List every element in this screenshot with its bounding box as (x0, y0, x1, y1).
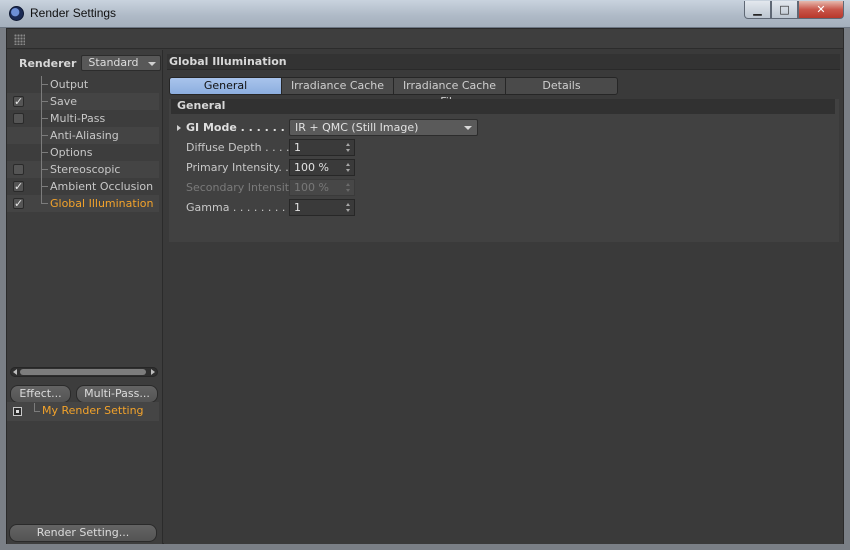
window-client-area: Renderer Standard Output ✓ Save Multi-Pass A… (6, 28, 844, 544)
tree-item-label: Multi-Pass (50, 112, 106, 125)
chevron-down-icon (464, 126, 472, 130)
toolbar-strip (7, 29, 843, 49)
render-setting-item[interactable]: My Render Setting (7, 402, 159, 421)
spinner-arrows-icon[interactable] (346, 143, 351, 152)
maximize-button[interactable]: □ (771, 1, 798, 19)
tree-item-label: Ambient Occlusion (50, 180, 154, 193)
gi-mode-value: IR + QMC (Still Image) (295, 121, 419, 134)
tree-item-label: Output (50, 78, 89, 91)
settings-detail-panel: Global Illumination General Irradiance Ca… (164, 50, 843, 544)
gi-mode-row: GI Mode . . . . . . . . . IR + QMC (Stil… (169, 119, 839, 137)
settings-tree-panel: Renderer Standard Output ✓ Save Multi-Pass A… (7, 50, 163, 544)
primary-intensity-row: Primary Intensity. . . 100 % (169, 159, 839, 177)
checkmark-icon[interactable]: ✓ (13, 96, 24, 107)
render-setting-name: My Render Setting (42, 404, 144, 417)
tree-connector-tick (41, 203, 48, 204)
expand-triangle-icon[interactable] (177, 125, 181, 131)
primary-intensity-value: 100 % (294, 161, 329, 174)
secondary-intensity-value: 100 % (294, 181, 329, 194)
scroll-left-arrow-icon[interactable] (13, 369, 17, 375)
checkmark-icon[interactable]: ✓ (13, 181, 24, 192)
gamma-value: 1 (294, 201, 301, 214)
diffuse-depth-row: Diffuse Depth . . . . . 1 (169, 139, 839, 157)
tree-item-anti-aliasing[interactable]: Anti-Aliasing (7, 127, 159, 144)
settings-tree: Output ✓ Save Multi-Pass Anti-Aliasing Option… (7, 76, 159, 212)
gi-mode-dropdown[interactable]: IR + QMC (Still Image) (289, 119, 478, 136)
tree-item-stereoscopic[interactable]: Stereoscopic (7, 161, 159, 178)
checkbox[interactable] (13, 113, 24, 124)
cinema4d-app-icon (9, 6, 24, 21)
gamma-row: Gamma . . . . . . . . . . . 1 (169, 199, 839, 217)
tree-item-label: Anti-Aliasing (50, 129, 119, 142)
render-setting-toggle-icon[interactable] (13, 407, 22, 416)
secondary-intensity-field: 100 % (289, 179, 355, 196)
section-title: Global Illumination (167, 54, 840, 70)
tree-item-label: Global Illumination (50, 197, 154, 210)
diffuse-depth-field[interactable]: 1 (289, 139, 355, 156)
general-group: General GI Mode . . . . . . . . . IR + Q… (169, 99, 839, 242)
renderer-select-value: Standard (88, 56, 139, 69)
tree-item-output[interactable]: Output (7, 76, 159, 93)
tree-connector-tick (34, 411, 40, 412)
render-setting-button[interactable]: Render Setting... (9, 524, 157, 542)
secondary-intensity-row: Secondary Intensity 100 % (169, 179, 839, 197)
diffuse-depth-value: 1 (294, 141, 301, 154)
minimize-button[interactable]: ▁ (744, 1, 771, 19)
spinner-arrows-icon[interactable] (346, 203, 351, 212)
gamma-field[interactable]: 1 (289, 199, 355, 216)
tree-item-label: Options (50, 146, 93, 159)
tab-irradiance-cache[interactable]: Irradiance Cache (281, 77, 394, 95)
tab-irradiance-cache-file[interactable]: Irradiance Cache File (393, 77, 506, 108)
tab-details[interactable]: Details (505, 77, 618, 95)
window-controls: ▁ □ ✕ (744, 1, 844, 19)
tree-connector-tick (41, 152, 48, 153)
renderer-label: Renderer (19, 56, 77, 70)
grip-dots-icon[interactable] (14, 34, 25, 45)
primary-intensity-field[interactable]: 100 % (289, 159, 355, 176)
tree-item-label: Stereoscopic (50, 163, 121, 176)
window-title: Render Settings (30, 6, 117, 20)
effect-button[interactable]: Effect... (10, 385, 71, 403)
close-button[interactable]: ✕ (798, 1, 844, 19)
renderer-select[interactable]: Standard (81, 55, 162, 71)
tree-item-label: Save (50, 95, 78, 108)
tree-connector-tick (41, 169, 48, 170)
tab-general[interactable]: General (169, 77, 282, 95)
tree-item-ambient-occlusion[interactable]: ✓ Ambient Occlusion (7, 178, 159, 195)
primary-intensity-label: Primary Intensity. . . (186, 161, 296, 174)
renderer-row: Renderer Standard (19, 54, 162, 72)
scroll-right-arrow-icon[interactable] (151, 369, 155, 375)
spinner-arrows-icon[interactable] (346, 163, 351, 172)
tree-connector-tick (41, 186, 48, 187)
scrollbar-thumb[interactable] (20, 369, 146, 375)
window-titlebar[interactable]: Render Settings ▁ □ ✕ (0, 0, 850, 28)
checkbox[interactable] (13, 164, 24, 175)
diffuse-depth-label: Diffuse Depth . . . . . (186, 141, 297, 154)
tree-item-global-illumination[interactable]: ✓ Global Illumination (7, 195, 159, 212)
secondary-intensity-label: Secondary Intensity (186, 181, 296, 194)
gi-tab-bar: General Irradiance Cache Irradiance Cache … (169, 77, 618, 108)
tree-horizontal-scrollbar[interactable] (10, 367, 158, 377)
multi-pass-button[interactable]: Multi-Pass... (76, 385, 158, 403)
tree-connector-tick (41, 118, 48, 119)
tree-item-options[interactable]: Options (7, 144, 159, 161)
chevron-down-icon (148, 62, 157, 66)
tree-connector-tick (41, 84, 48, 85)
group-title: General (171, 99, 835, 114)
tree-item-save[interactable]: ✓ Save (7, 93, 159, 110)
checkmark-icon[interactable]: ✓ (13, 198, 24, 209)
tree-item-multi-pass[interactable]: Multi-Pass (7, 110, 159, 127)
spinner-arrows-icon (346, 183, 351, 192)
tree-connector-tick (41, 135, 48, 136)
tree-connector-tick (41, 101, 48, 102)
